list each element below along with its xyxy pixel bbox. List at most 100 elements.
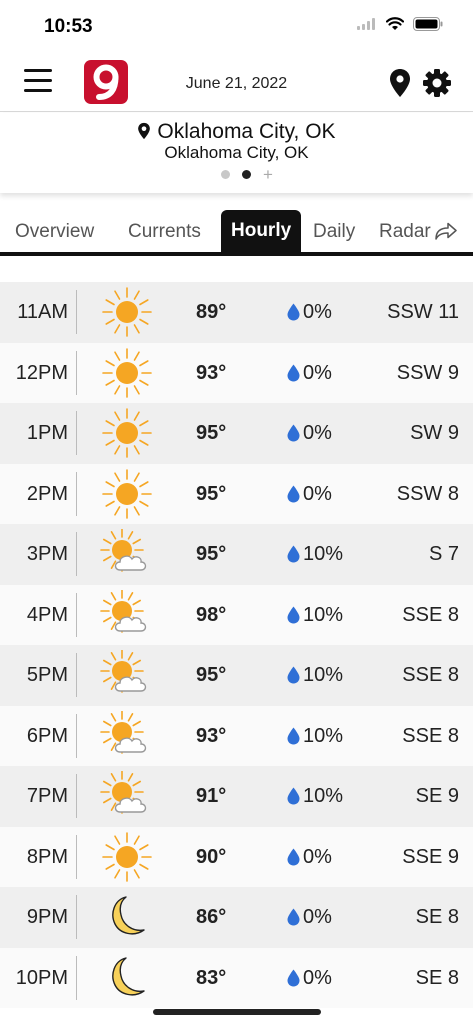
moon-icon [100, 892, 154, 942]
raindrop-icon [287, 485, 303, 503]
precip-value: 0% [303, 301, 332, 323]
location-pin-icon[interactable] [388, 68, 412, 98]
temperature: 95° [196, 543, 227, 565]
hourly-row[interactable]: 3PM 95° 10% S 7 [0, 524, 473, 585]
hourly-row[interactable]: 8PM 90° 0% SSE 9 [0, 826, 473, 887]
row-divider [76, 532, 77, 576]
hour-label: 2PM [26, 482, 68, 505]
page-dot-1[interactable] [221, 170, 230, 179]
raindrop-icon [287, 848, 303, 866]
precip-chance: 10% [287, 524, 343, 584]
wind: SSW 11 [387, 301, 459, 323]
hourly-list: 11AM 89° 0% SSW 11 12PM 93° 0% SSW 9 1PM… [0, 282, 473, 1008]
temperature: 90° [196, 845, 227, 868]
temperature: 91° [196, 785, 227, 807]
temperature: 86° [196, 906, 227, 928]
partly-cloudy-icon [100, 770, 154, 821]
raindrop-icon [287, 727, 303, 745]
hour-label: 10PM [15, 966, 68, 989]
raindrop-icon [287, 303, 303, 321]
precip-value: 0% [303, 422, 332, 444]
location-name: Oklahoma City, OK [157, 120, 336, 143]
add-location-icon[interactable]: + [263, 166, 273, 183]
raindrop-icon [287, 969, 303, 987]
sunny-icon [100, 347, 154, 398]
hourly-row[interactable]: 5PM 95° 10% SSE 8 [0, 645, 473, 706]
precip-value: 0% [303, 482, 332, 505]
partly-cloudy-icon [100, 709, 154, 761]
precip-chance: 0% [287, 948, 332, 1008]
sunny-icon [100, 287, 154, 337]
tab-radar[interactable]: Radar [379, 212, 457, 252]
row-divider [76, 653, 77, 697]
row-divider [76, 774, 77, 818]
precip-chance: 0% [287, 887, 332, 947]
precip-value: 10% [303, 724, 344, 747]
location-title[interactable]: Oklahoma City, OK [0, 120, 473, 144]
sunny-icon [100, 468, 154, 519]
home-indicator [153, 1009, 321, 1015]
temperature: 95° [196, 482, 227, 505]
temperature: 95° [196, 422, 227, 444]
hour-label: 5PM [26, 664, 68, 686]
hourly-row[interactable]: 7PM 91° 10% SE 9 [0, 766, 473, 827]
raindrop-icon [287, 666, 303, 684]
hour-label: 7PM [26, 785, 68, 807]
hourly-row[interactable]: 9PM 86° 0% SE 8 [0, 887, 473, 948]
wifi-icon [386, 17, 404, 30]
hourly-row[interactable]: 1PM 95° 0% SW 9 [0, 403, 473, 464]
hourly-row[interactable]: 11AM 89° 0% SSW 11 [0, 282, 473, 343]
page-dot-2[interactable] [242, 170, 251, 179]
row-divider [76, 955, 77, 1000]
wind: SE 8 [415, 966, 459, 989]
tab-hourly[interactable]: Hourly [221, 210, 302, 252]
temperature: 83° [196, 966, 227, 989]
wind: S 7 [428, 543, 459, 565]
precip-chance: 0% [287, 464, 332, 524]
tab-overview[interactable]: Overview [15, 212, 94, 252]
row-divider [76, 834, 77, 879]
location-panel: Oklahoma City, OK Oklahoma City, OK + [0, 113, 473, 193]
hourly-row[interactable]: 4PM 98° 10% SSE 8 [0, 584, 473, 645]
precip-chance: 10% [287, 585, 343, 645]
temperature: 98° [196, 603, 227, 626]
raindrop-icon [287, 424, 303, 442]
partly-cloudy-icon [100, 649, 154, 700]
precip-chance: 10% [287, 645, 343, 705]
hour-label: 8PM [26, 845, 68, 868]
gear-icon[interactable] [423, 69, 451, 97]
hour-label: 4PM [26, 603, 68, 626]
wind: SW 9 [410, 422, 459, 444]
hourly-row[interactable]: 12PM 93° 0% SSW 9 [0, 342, 473, 403]
battery-icon [413, 17, 443, 31]
status-bar: 10:53 [0, 0, 473, 54]
share-arrow-icon [435, 222, 457, 240]
precip-chance: 0% [287, 282, 332, 342]
wind: SSE 8 [402, 724, 459, 747]
status-time: 10:53 [44, 16, 93, 37]
location-pin-small-icon [138, 122, 151, 140]
row-divider [76, 713, 77, 758]
temperature: 89° [196, 301, 227, 323]
hour-label: 6PM [26, 724, 68, 747]
precip-value: 10% [303, 603, 344, 626]
raindrop-icon [287, 787, 303, 805]
row-divider [76, 592, 77, 637]
hour-label: 3PM [26, 543, 68, 565]
partly-cloudy-icon [100, 588, 154, 640]
tab-daily[interactable]: Daily [313, 212, 355, 252]
precip-chance: 0% [287, 403, 332, 463]
precip-value: 10% [303, 543, 344, 565]
app-header: June 21, 2022 [0, 54, 473, 112]
tab-currents[interactable]: Currents [128, 212, 201, 252]
temperature: 93° [196, 361, 227, 384]
hamburger-menu-icon[interactable] [24, 69, 52, 95]
precip-value: 10% [303, 785, 344, 807]
hourly-row[interactable]: 10PM 83° 0% SE 8 [0, 947, 473, 1008]
hour-label: 12PM [15, 361, 68, 384]
hourly-row[interactable]: 6PM 93° 10% SSE 8 [0, 705, 473, 766]
hourly-row[interactable]: 2PM 95° 0% SSW 8 [0, 463, 473, 524]
row-divider [76, 350, 77, 395]
wind: SSW 9 [396, 361, 459, 384]
sunny-icon [100, 831, 154, 882]
